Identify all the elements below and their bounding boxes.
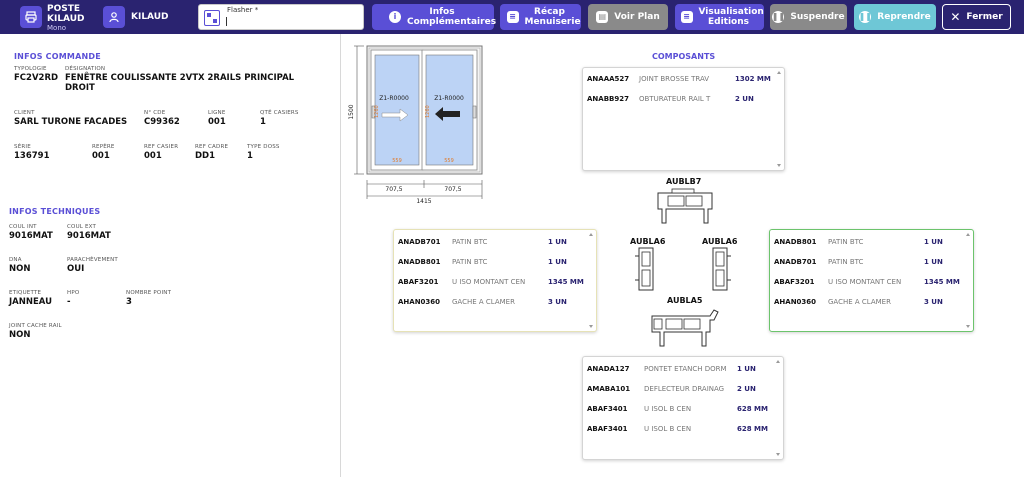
left-leaf-label: Z1-R0000 — [379, 95, 409, 102]
dim-height: 1500 — [348, 104, 355, 119]
field-client: CLIENT SARL TURONE FACADES — [14, 110, 128, 127]
infos-commande-title: INFOS COMMANDE — [14, 52, 101, 61]
voir-plan-button[interactable]: ▤ Voir Plan — [588, 4, 668, 30]
profile-left-label: AUBLA6 — [630, 237, 666, 246]
scrollbar[interactable] — [776, 360, 781, 456]
right-components-list[interactable]: ANADB801 PATIN BTC 1 UN ANADB701 PATIN B… — [769, 229, 974, 332]
field-nombre-point: NOMBRE POINT 3 — [126, 290, 172, 307]
dim-width-total: 1415 — [416, 198, 431, 205]
window-plan-drawing[interactable]: Z1-R0000 Z1-R0000 1260 1260 559 559 1500… — [342, 38, 502, 208]
document-icon: ≡ — [680, 11, 693, 23]
fermer-button[interactable]: ✕ Fermer — [942, 4, 1011, 30]
resume-icon: ❚❚ — [858, 11, 872, 23]
profile-bottom-section — [651, 309, 719, 347]
profile-top-section — [657, 188, 713, 224]
field-qte-casiers: QTÉ CASIERS 1 — [260, 110, 299, 127]
field-typologie: TYPOLOGIE FC2V2RD — [14, 66, 59, 83]
infos-techniques-title: INFOS TECHNIQUES — [9, 207, 101, 216]
field-repere: REPÈRE 001 — [92, 144, 115, 161]
field-ligne: LIGNE 001 — [208, 110, 226, 127]
field-coul-int: COUL INT 9016MAT — [9, 224, 53, 241]
document-icon: ≡ — [506, 11, 519, 23]
right-glass-height: 1260 — [425, 105, 431, 118]
top-bar: POSTE KILAUD Mono KILAUD Flasher * i Inf… — [0, 0, 1024, 34]
top-components-list[interactable]: ANAAA527 JOINT BROSSE TRAV 1302 MM ANABB… — [582, 67, 785, 171]
dim-width-right: 707,5 — [444, 186, 461, 193]
left-glass-width: 559 — [392, 158, 402, 164]
composants-title: COMPOSANTS — [652, 52, 716, 61]
field-designation: DÉSIGNATION FENÊTRE COULISSANTE 2VTX 2RA… — [65, 66, 295, 93]
scrollbar[interactable] — [966, 233, 971, 328]
right-glass-width: 559 — [444, 158, 454, 164]
user-icon — [103, 6, 125, 28]
field-dna: DNA NON — [9, 257, 31, 274]
field-serie: SÉRIE 136791 — [14, 144, 50, 161]
field-num-cde: N° CDE C99362 — [144, 110, 180, 127]
field-coul-ext: COUL EXT 9016MAT — [67, 224, 111, 241]
info-panel: INFOS COMMANDE TYPOLOGIE FC2V2RD DÉSIGNA… — [0, 34, 341, 477]
printer-icon — [20, 6, 42, 28]
pause-icon: ❚❚ — [771, 11, 786, 23]
field-type-doss: TYPE DOSS 1 — [247, 144, 280, 161]
right-leaf-label: Z1-R0000 — [434, 95, 464, 102]
visualisation-editions-button[interactable]: ≡ Visualisation Editions — [675, 4, 764, 30]
plan-icon: ▤ — [596, 11, 609, 23]
field-etiquette: ETIQUETTE JANNEAU — [9, 290, 52, 307]
flasher-field[interactable]: Flasher * — [198, 4, 364, 30]
reprendre-button[interactable]: ❚❚ Reprendre — [854, 4, 936, 30]
recap-menuiserie-button[interactable]: ≡ Récap Menuiserie — [500, 4, 581, 30]
scrollbar[interactable] — [589, 233, 594, 328]
bottom-components-list[interactable]: ANADA127 PONTET ETANCH DORM 1 UN AMABA10… — [582, 356, 784, 460]
station-subtitle: Mono — [47, 24, 67, 32]
suspendre-button[interactable]: ❚❚ Suspendre — [770, 4, 847, 30]
profile-bottom-label: AUBLA5 — [667, 296, 703, 305]
profile-left-section — [635, 247, 654, 291]
close-icon: ✕ — [950, 10, 961, 24]
field-parachevement: PARACHÈVEMENT OUI — [67, 257, 118, 274]
field-joint-cache-rail: JOINT CACHE RAIL NON — [9, 323, 62, 340]
scrollbar[interactable] — [777, 71, 782, 167]
flasher-input[interactable] — [229, 16, 359, 28]
info-icon: i — [389, 11, 401, 23]
left-components-list[interactable]: ANADB701 PATIN BTC 1 UN ANADB801 PATIN B… — [393, 229, 597, 332]
flasher-label: Flasher * — [227, 6, 259, 14]
field-ref-cadre: REF CADRE DD1 — [195, 144, 229, 161]
components-panel: Z1-R0000 Z1-R0000 1260 1260 559 559 1500… — [342, 34, 1024, 477]
dim-width-left: 707,5 — [385, 186, 402, 193]
infos-complementaires-button[interactable]: i Infos Complémentaires — [372, 4, 496, 30]
profile-right-section — [712, 247, 731, 291]
station-title: POSTE KILAUD — [47, 4, 85, 24]
field-ref-casier: REF CASIER 001 — [144, 144, 179, 161]
left-glass-height: 1260 — [374, 105, 380, 118]
field-hpo: HPO - — [67, 290, 80, 307]
qr-code-icon — [204, 10, 220, 26]
profile-top-label: AUBLB7 — [666, 177, 702, 186]
profile-right-label: AUBLA6 — [702, 237, 738, 246]
text-caret — [226, 17, 227, 26]
user-name: KILAUD — [131, 12, 169, 22]
